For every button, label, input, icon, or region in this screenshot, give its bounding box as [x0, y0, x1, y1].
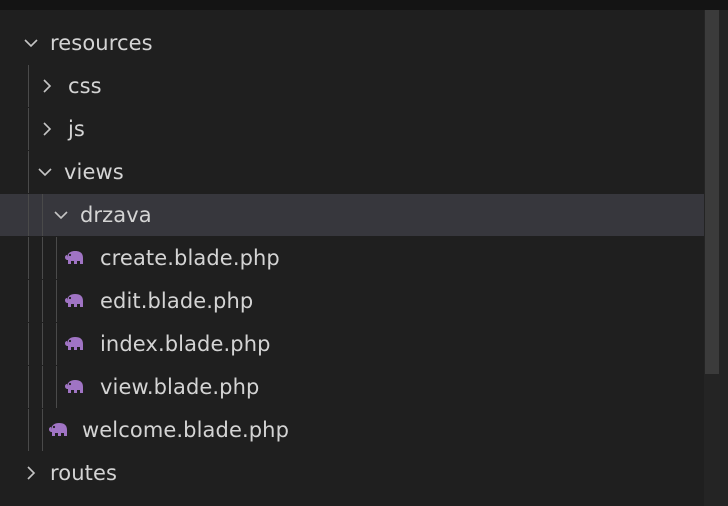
indent-guide — [28, 108, 29, 150]
chevron-right-icon[interactable] — [22, 464, 40, 482]
indent-guide — [28, 409, 29, 451]
chevron-down-icon[interactable] — [52, 206, 70, 224]
php-elephant-icon — [64, 292, 86, 310]
tree-item-view-blade-php[interactable]: view.blade.php — [0, 366, 704, 408]
tree-item-label: views — [64, 160, 124, 184]
php-elephant-icon — [64, 335, 86, 353]
tree-item-css[interactable]: css — [0, 65, 704, 107]
indent-guide — [42, 409, 43, 451]
file-explorer: resources css js views drzava create.bla… — [0, 10, 712, 506]
chevron-right-icon[interactable] — [38, 77, 56, 95]
tree-item-label: view.blade.php — [100, 375, 260, 399]
indent-guide — [42, 280, 43, 322]
tree-item-label: drzava — [80, 203, 152, 227]
tree-item-label: routes — [50, 461, 118, 485]
tree-item-label: edit.blade.php — [100, 289, 254, 313]
tree-item-create-blade-php[interactable]: create.blade.php — [0, 237, 704, 279]
tree-item-index-blade-php[interactable]: index.blade.php — [0, 323, 704, 365]
indent-guide — [28, 194, 29, 236]
chevron-right-icon[interactable] — [38, 120, 56, 138]
indent-guide — [42, 323, 43, 365]
indent-guide — [42, 366, 43, 408]
indent-guide — [56, 280, 57, 322]
indent-guide — [28, 323, 29, 365]
tree-item-edit-blade-php[interactable]: edit.blade.php — [0, 280, 704, 322]
scrollbar-thumb[interactable] — [705, 10, 719, 374]
chevron-down-icon[interactable] — [22, 34, 40, 52]
indent-guide — [28, 280, 29, 322]
indent-guide — [56, 237, 57, 279]
php-elephant-icon — [48, 421, 70, 439]
top-band — [0, 0, 728, 10]
php-elephant-icon — [64, 378, 86, 396]
tree-item-js[interactable]: js — [0, 108, 704, 150]
tree-item-welcome-blade-php[interactable]: welcome.blade.php — [0, 409, 704, 451]
indent-guide — [56, 366, 57, 408]
tree-item-label: css — [68, 74, 102, 98]
tree-item-label: resources — [50, 31, 153, 55]
tree-item-views[interactable]: views — [0, 151, 704, 193]
indent-guide — [42, 237, 43, 279]
tree-item-drzava[interactable]: drzava — [0, 194, 704, 236]
tree-item-resources[interactable]: resources — [0, 22, 704, 64]
chevron-down-icon[interactable] — [36, 163, 54, 181]
tree-item-label: index.blade.php — [100, 332, 271, 356]
tree-item-label: js — [68, 117, 85, 141]
indent-guide — [28, 237, 29, 279]
indent-guide — [28, 65, 29, 107]
tree-item-label: welcome.blade.php — [82, 418, 290, 442]
tree-item-label: create.blade.php — [100, 246, 280, 270]
indent-guide — [56, 323, 57, 365]
indent-guide — [28, 366, 29, 408]
indent-guide — [42, 194, 43, 236]
php-elephant-icon — [64, 249, 86, 267]
indent-guide — [28, 151, 29, 193]
tree-item-routes[interactable]: routes — [0, 452, 704, 494]
